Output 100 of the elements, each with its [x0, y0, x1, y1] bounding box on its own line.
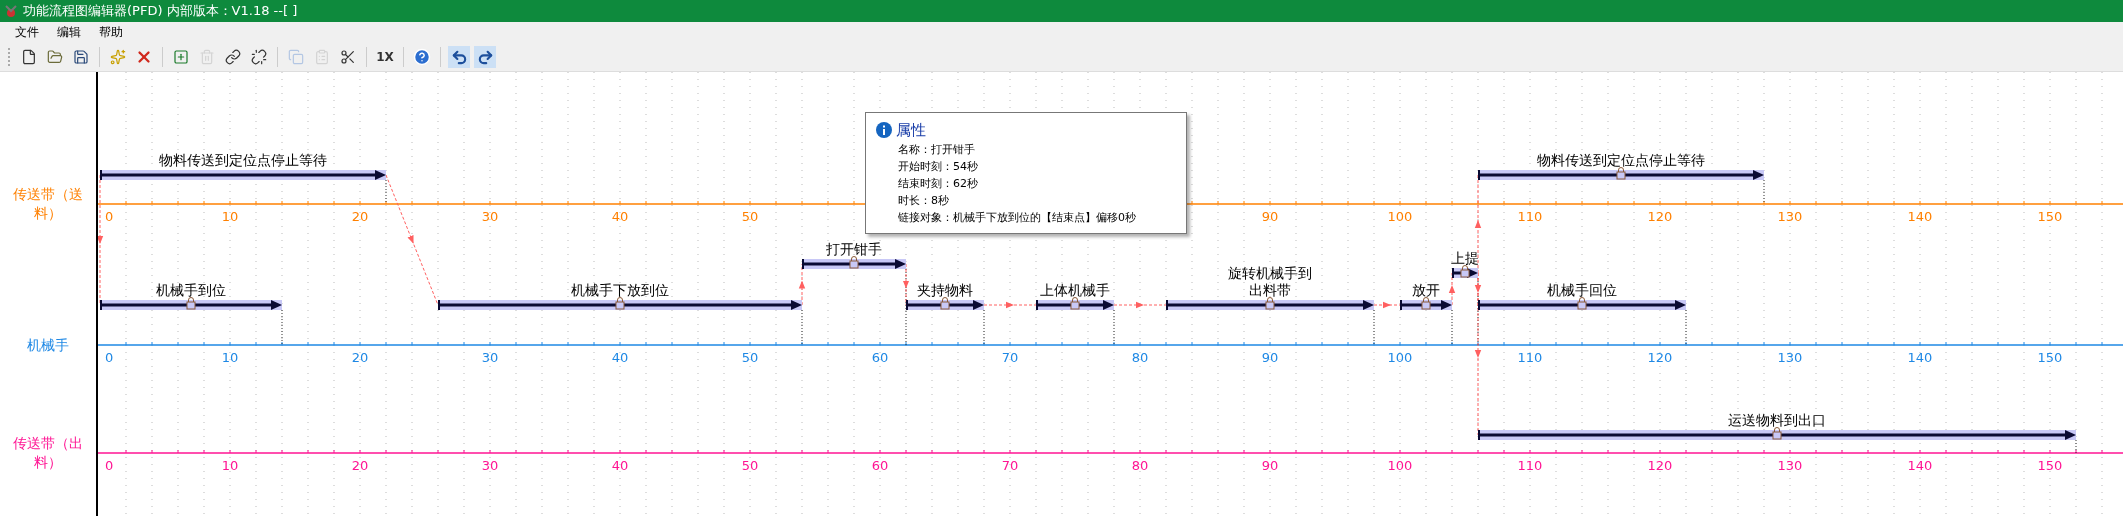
tick-label: 0 — [105, 350, 114, 365]
link-line — [1113, 301, 1167, 309]
tick-label: 140 — [1907, 458, 1933, 473]
task-label: 物料传送到定位点停止等待 — [159, 152, 327, 169]
track-label: 传送带（出料） — [12, 434, 84, 472]
tooltip-line: 名称：打开钳手 — [897, 142, 976, 157]
menu-item[interactable]: 帮助 — [90, 22, 132, 44]
track-label: 机械手 — [26, 335, 70, 355]
tick-label: 100 — [1387, 350, 1413, 365]
sparkle-icon — [110, 49, 126, 66]
tick-label: 90 — [1261, 209, 1279, 224]
save-icon — [73, 49, 89, 66]
copy-icon — [288, 49, 304, 66]
link-line — [1373, 301, 1401, 309]
tooltip-title: 属性 — [896, 121, 926, 140]
tick-label: 70 — [1001, 458, 1019, 473]
task-bar[interactable] — [906, 297, 984, 311]
tick-label: 120 — [1647, 458, 1673, 473]
add-icon — [173, 49, 189, 66]
task-label: 上提 — [1451, 250, 1479, 267]
toolbar-button[interactable] — [448, 46, 470, 69]
zoom-button[interactable]: 1X — [374, 46, 396, 69]
tooltip-line: 时长：8秒 — [897, 193, 950, 208]
link-line — [1448, 272, 1456, 306]
task-label: 旋转机械手到 — [1228, 265, 1312, 282]
tick-label: 90 — [1261, 458, 1279, 473]
tick-label: 100 — [1387, 209, 1413, 224]
redo-icon — [476, 48, 494, 66]
tick-label: 90 — [1261, 350, 1279, 365]
task-label: 机械手回位 — [1547, 282, 1617, 299]
task-bar[interactable] — [1478, 427, 2076, 441]
window-title: 功能流程图编辑器(PFD) 内部版本：V1.18 --[ ] — [23, 1, 298, 20]
tick-label: 30 — [481, 458, 499, 473]
task-bar[interactable] — [1400, 297, 1452, 311]
task-bar[interactable] — [1452, 265, 1478, 279]
undo-icon — [450, 48, 468, 66]
menu-item[interactable]: 编辑 — [48, 22, 90, 44]
tick-label: 130 — [1777, 458, 1803, 473]
tick-label: 50 — [741, 350, 759, 365]
task-label: 机械手到位 — [156, 282, 226, 299]
link-line — [903, 263, 909, 306]
task-label: 打开钳手 — [826, 241, 882, 258]
tick-label: 150 — [2037, 458, 2063, 473]
task-bar[interactable] — [1166, 297, 1374, 311]
tick-label: 40 — [611, 458, 629, 473]
tick-label: 80 — [1131, 350, 1149, 365]
link-line — [983, 301, 1037, 309]
folder-icon — [47, 49, 63, 66]
tick-label: 20 — [351, 350, 369, 365]
track-label: 传送带（送料） — [12, 185, 84, 223]
task-bar[interactable] — [100, 297, 282, 311]
tick-label: 0 — [105, 209, 114, 224]
toolbar-button[interactable] — [474, 46, 496, 69]
trash-icon — [199, 49, 215, 66]
tick-label: 130 — [1777, 350, 1803, 365]
tick-label: 100 — [1387, 458, 1413, 473]
link-icon — [225, 49, 241, 66]
tick-label: 110 — [1517, 458, 1543, 473]
task-bar[interactable] — [1036, 297, 1114, 311]
task-bar[interactable] — [438, 297, 802, 311]
tick-label: 150 — [2037, 209, 2063, 224]
tick-label: 30 — [481, 350, 499, 365]
tick-label: 40 — [611, 209, 629, 224]
tick-label: 40 — [611, 350, 629, 365]
tick-label: 50 — [741, 458, 759, 473]
task-label: 运送物料到出口 — [1728, 412, 1826, 429]
tick-label: 110 — [1517, 209, 1543, 224]
task-label: 机械手下放到位 — [571, 282, 669, 299]
tick-label: 70 — [1001, 350, 1019, 365]
tooltip-line: 链接对象：机械手下放到位的【结束点】偏移0秒 — [897, 210, 1137, 225]
tick-label: 130 — [1777, 209, 1803, 224]
tick-label: 120 — [1647, 350, 1673, 365]
task-bar[interactable] — [1478, 297, 1686, 311]
task-bar[interactable] — [1478, 167, 1764, 181]
tick-label: 20 — [351, 458, 369, 473]
link-line — [798, 263, 806, 306]
tick-label: 80 — [1131, 458, 1149, 473]
tick-label: 10 — [221, 209, 239, 224]
tick-label: 150 — [2037, 350, 2063, 365]
task-bar[interactable] — [100, 169, 386, 181]
new-file-icon — [21, 49, 37, 66]
tick-label: 140 — [1907, 350, 1933, 365]
tick-label: 10 — [221, 350, 239, 365]
task-label: 夹持物料 — [917, 282, 973, 299]
tooltip-line: 结束时刻：62秒 — [897, 176, 979, 191]
task-bar[interactable] — [802, 256, 906, 270]
tick-label: 30 — [481, 209, 499, 224]
scissors-icon — [340, 49, 356, 66]
task-label: 放开 — [1412, 282, 1440, 299]
menu-item[interactable]: 文件 — [6, 22, 48, 44]
tooltip-line: 开始时刻：54秒 — [897, 159, 979, 174]
tick-label: 0 — [105, 458, 114, 473]
app-icon — [3, 2, 19, 19]
tick-label: 50 — [741, 209, 759, 224]
tick-label: 20 — [351, 209, 369, 224]
task-label: 物料传送到定位点停止等待 — [1537, 152, 1705, 169]
unlink-icon — [251, 49, 267, 66]
tick-label: 10 — [221, 458, 239, 473]
tick-label: 120 — [1647, 209, 1673, 224]
info-icon — [876, 122, 892, 139]
